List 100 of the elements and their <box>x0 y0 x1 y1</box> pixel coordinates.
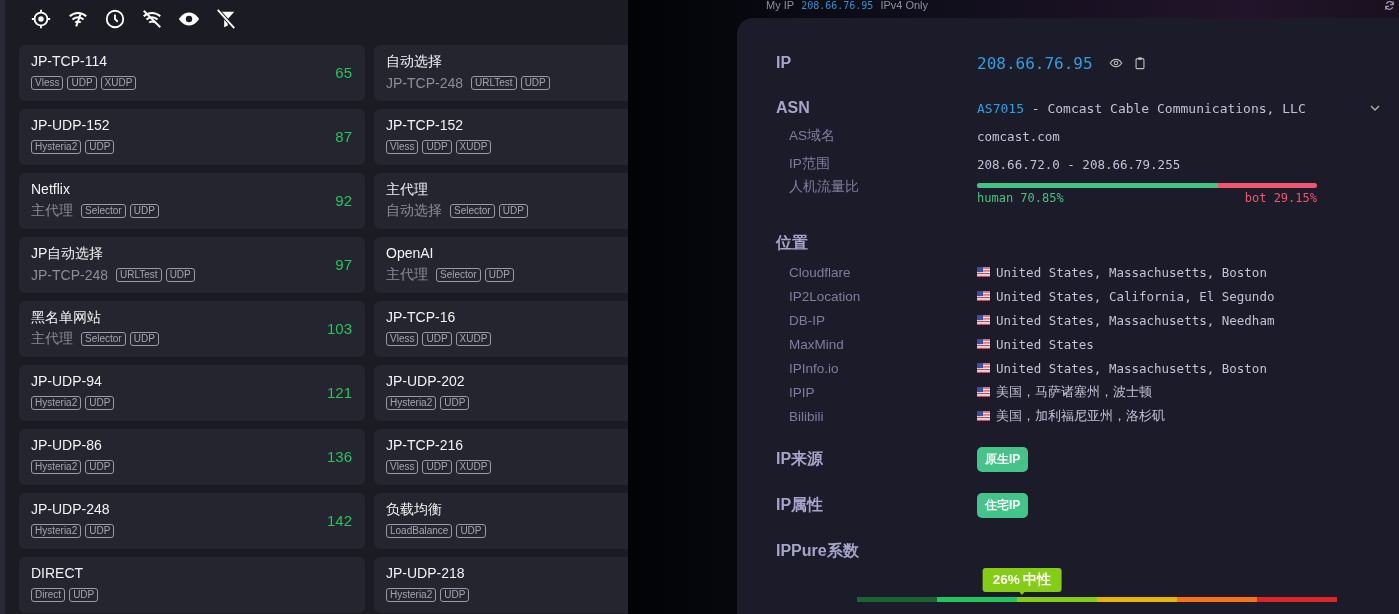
source-name: Cloudflare <box>788 264 852 280</box>
filter-off-icon[interactable] <box>215 8 237 30</box>
field-label: 人机流量比 <box>788 178 860 196</box>
protocol-tag: Hysteria2 <box>31 460 82 474</box>
latency: 103 <box>326 320 352 337</box>
protocol-tag: Vless <box>386 140 419 154</box>
location-value: 美国，马萨诸塞州，波士顿 <box>996 383 1152 401</box>
proxy-node-card[interactable]: JP-UDP-152 Hysteria2 UDP 87 <box>19 109 365 165</box>
node-name: JP-TCP-216 <box>386 437 464 454</box>
proxy-node-card[interactable]: 主代理 自动选择 Selector UDP <box>374 173 628 229</box>
flag-icon <box>977 267 990 277</box>
selected-node-label: JP-TCP-248 <box>31 267 109 283</box>
latency: 87 <box>335 128 352 145</box>
protocol-tag: Selector <box>450 204 495 218</box>
protocol-tag: Hysteria2 <box>31 524 82 538</box>
clipboard-icon[interactable] <box>1132 56 1147 70</box>
node-name: JP自动选择 <box>31 245 104 262</box>
proxy-node-card[interactable]: JP-UDP-86 Hysteria2 UDP 136 <box>19 429 365 485</box>
latency: 136 <box>326 448 352 465</box>
ip-type-badge: 原生IP <box>977 446 1029 472</box>
proxy-node-card[interactable]: Netflix 主代理 Selector UDP 92 <box>19 173 365 229</box>
protocol-tag: UDP <box>85 140 115 154</box>
protocol-tag: UDP <box>422 140 452 154</box>
source-name: IP2Location <box>788 288 862 304</box>
protocol-tag: Hysteria2 <box>31 396 82 410</box>
node-name: 负载均衡 <box>386 501 442 518</box>
node-name: JP-UDP-94 <box>31 373 102 390</box>
node-name: JP-UDP-218 <box>386 565 465 582</box>
selected-node-label: 自动选择 <box>386 202 442 220</box>
signal-off-icon[interactable] <box>141 8 163 30</box>
proxy-node-card[interactable]: 自动选择 JP-TCP-248 URLTest UDP <box>374 45 628 101</box>
node-name: JP-UDP-86 <box>31 437 102 454</box>
flag-icon <box>977 339 990 349</box>
flag-icon <box>977 291 990 301</box>
node-name: 主代理 <box>386 181 428 198</box>
field-label: IP范围 <box>788 155 831 173</box>
node-name: JP-TCP-16 <box>386 309 456 326</box>
proxy-node-card[interactable]: JP-UDP-218 Hysteria2 UDP <box>374 557 628 613</box>
node-name: JP-UDP-152 <box>31 117 110 134</box>
proxy-node-card[interactable]: JP-UDP-94 Hysteria2 UDP 121 <box>19 365 365 421</box>
clock-icon[interactable] <box>104 8 126 30</box>
protocol-tag: Hysteria2 <box>386 396 437 410</box>
protocol-tag: UDP <box>165 268 195 282</box>
node-name: JP-TCP-114 <box>31 53 107 70</box>
protocol-tag: UDP <box>456 524 486 538</box>
protocol-tag: Vless <box>31 76 64 90</box>
proxy-node-card[interactable]: JP-TCP-16 Vless UDP XUDP <box>374 301 628 357</box>
proxy-node-card[interactable]: JP-TCP-216 Vless UDP XUDP <box>374 429 628 485</box>
field-label: IP属性 <box>776 494 825 515</box>
protocol-tag: XUDP <box>455 332 492 346</box>
protocol-tag: UDP <box>440 396 470 410</box>
location-value: United States, Massachusetts, Needham <box>996 312 1275 328</box>
eye-icon[interactable] <box>1108 56 1123 70</box>
protocol-tag: Selector <box>436 268 481 282</box>
proxy-node-card[interactable]: JP-UDP-202 Hysteria2 UDP <box>374 365 628 421</box>
proxy-node-card[interactable]: DIRECT Direct UDP <box>19 557 365 613</box>
bot-share: bot 29.15% <box>1244 191 1317 205</box>
source-name: Bilibili <box>788 408 825 424</box>
location-value: United States, Massachusetts, Boston <box>996 360 1267 376</box>
node-name: JP-UDP-248 <box>31 501 110 518</box>
source-name: IPIP <box>788 384 816 400</box>
protocol-tag: UDP <box>85 524 115 538</box>
source-name: DB-IP <box>788 312 826 328</box>
proxy-node-card[interactable]: JP-TCP-152 Vless UDP XUDP <box>374 109 628 165</box>
field-label: IP <box>776 54 793 72</box>
proxy-node-card[interactable]: JP-TCP-114 Vless UDP XUDP 65 <box>19 45 365 101</box>
node-name: 自动选择 <box>386 53 442 70</box>
protocol-tag: UDP <box>520 76 550 90</box>
protocol-tag: Direct <box>31 588 66 602</box>
chevron-down-icon[interactable] <box>1369 102 1381 114</box>
protocol-tag: UDP <box>69 588 99 602</box>
protocol-tag: UDP <box>440 588 470 602</box>
latency: 97 <box>335 256 352 273</box>
protocol-tag: URLTest <box>116 268 162 282</box>
location-value: United States, Massachusetts, Boston <box>996 264 1267 280</box>
protocol-tag: XUDP <box>455 460 492 474</box>
human-share: human 70.85% <box>977 191 1064 205</box>
protocol-tag: UDP <box>498 204 528 218</box>
proxy-node-card[interactable]: JP自动选择 JP-TCP-248 URLTest UDP 97 <box>19 237 365 293</box>
protocol-tag: Hysteria2 <box>386 588 437 602</box>
protocol-tag: XUDP <box>455 140 492 154</box>
proxy-node-card[interactable]: JP-UDP-248 Hysteria2 UDP 142 <box>19 493 365 549</box>
source-name: MaxMind <box>788 336 845 352</box>
locate-icon[interactable] <box>30 8 52 30</box>
ip-type-badge: 住宅IP <box>977 492 1029 518</box>
proxy-node-card[interactable]: 黑名单网站 主代理 Selector UDP 103 <box>19 301 365 357</box>
flag-icon <box>977 387 990 397</box>
selected-node-label: JP-TCP-248 <box>386 75 464 91</box>
section-title: 位置 <box>776 232 809 253</box>
field-label: AS域名 <box>788 127 836 145</box>
proxy-node-card[interactable]: 负载均衡 LoadBalance UDP <box>374 493 628 549</box>
selected-node-label: 主代理 <box>386 266 428 284</box>
my-ip-address: 208.66.76.95 <box>801 0 874 11</box>
node-name: Netflix <box>31 181 70 198</box>
node-name: DIRECT <box>31 565 84 582</box>
protocol-tag: Vless <box>386 332 419 346</box>
proxy-node-card[interactable]: OpenAI 主代理 Selector UDP <box>374 237 628 293</box>
refresh-icon[interactable] <box>1384 0 1395 11</box>
protocol-tag: LoadBalance <box>386 524 453 538</box>
node-name: JP-TCP-152 <box>386 117 464 134</box>
